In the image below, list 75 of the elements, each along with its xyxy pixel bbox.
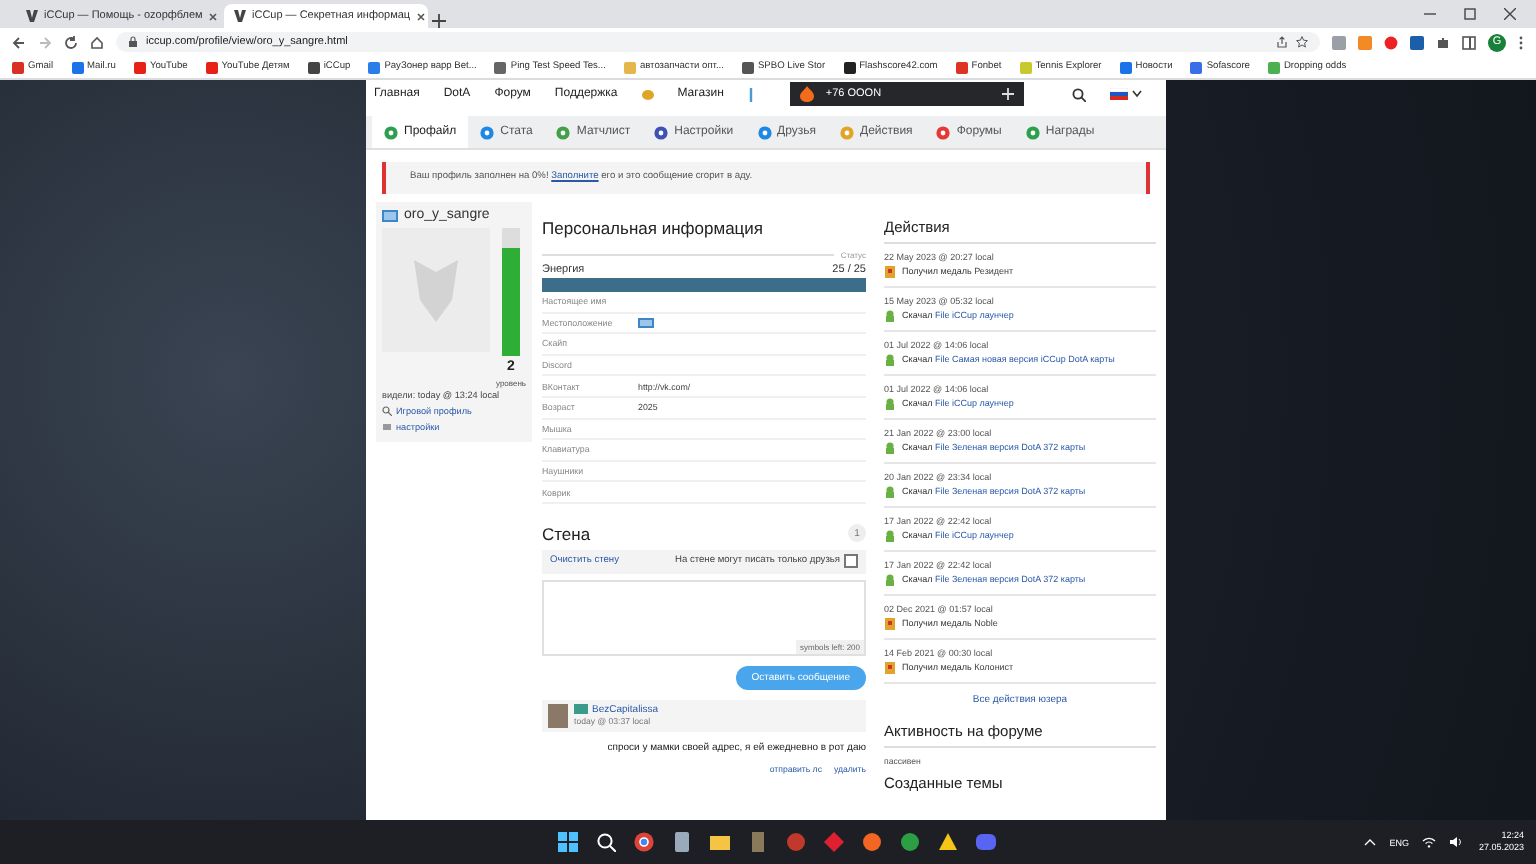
tab-icon bbox=[757, 125, 772, 139]
tab-icon bbox=[654, 125, 669, 139]
torrent-icon[interactable] bbox=[900, 832, 921, 852]
section-title: Стена bbox=[542, 523, 591, 544]
medal-icon bbox=[884, 618, 896, 630]
favicon-icon bbox=[205, 61, 218, 73]
fire-icon bbox=[799, 86, 814, 102]
favicon-icon bbox=[494, 61, 507, 73]
share-icon[interactable] bbox=[1276, 36, 1288, 48]
favicon-icon bbox=[623, 61, 636, 73]
flag-icon bbox=[638, 317, 654, 328]
favicon-icon bbox=[307, 61, 320, 73]
favicon-icon bbox=[12, 61, 24, 73]
star-icon[interactable] bbox=[1296, 36, 1308, 48]
new-tab-icon[interactable] bbox=[432, 14, 446, 28]
favicon-icon bbox=[1019, 61, 1032, 73]
menu-icon[interactable] bbox=[1518, 35, 1524, 49]
download-icon bbox=[884, 354, 896, 366]
flag-icon bbox=[382, 209, 398, 221]
flag-icon bbox=[1110, 88, 1128, 100]
home-icon[interactable] bbox=[90, 35, 104, 49]
download-icon bbox=[884, 574, 896, 586]
plus-icon[interactable] bbox=[1002, 88, 1014, 100]
download-icon bbox=[884, 442, 896, 454]
close-icon[interactable] bbox=[416, 11, 427, 21]
favicon-icon bbox=[368, 61, 381, 73]
tab-icon bbox=[480, 125, 495, 139]
favicon-icon bbox=[955, 61, 968, 73]
app-icon[interactable] bbox=[862, 832, 883, 852]
favicon-icon bbox=[133, 61, 146, 73]
site-logo-icon bbox=[26, 10, 38, 22]
close-icon[interactable] bbox=[208, 11, 219, 21]
site-logo-icon bbox=[234, 10, 246, 22]
tab-icon bbox=[384, 125, 398, 139]
tab-icon bbox=[1025, 125, 1040, 139]
favicon-icon bbox=[71, 61, 84, 73]
download-icon bbox=[884, 486, 896, 498]
lock-icon bbox=[128, 36, 138, 48]
puzzle-icon[interactable] bbox=[1436, 35, 1450, 49]
reload-icon[interactable] bbox=[64, 35, 78, 49]
section-title: Персональная информация bbox=[542, 218, 766, 238]
download-icon bbox=[884, 310, 896, 322]
minimize-icon[interactable] bbox=[1424, 8, 1436, 20]
folder-icon[interactable] bbox=[710, 832, 731, 852]
download-icon bbox=[884, 398, 896, 410]
settings-icon bbox=[382, 422, 392, 432]
tab-icon bbox=[556, 125, 571, 139]
favicon-icon bbox=[1119, 61, 1132, 73]
browser-icon[interactable] bbox=[634, 832, 655, 852]
windows-logo-icon[interactable] bbox=[558, 832, 579, 852]
favicon-icon bbox=[741, 61, 754, 73]
medal-icon bbox=[884, 266, 896, 278]
coins-icon bbox=[641, 88, 654, 100]
favicon-icon bbox=[843, 61, 856, 73]
tab-icon bbox=[936, 125, 951, 139]
back-icon[interactable] bbox=[12, 35, 26, 49]
search-icon[interactable] bbox=[1072, 87, 1086, 101]
maximize-icon[interactable] bbox=[1464, 8, 1476, 20]
sidebar-icon[interactable] bbox=[1462, 35, 1476, 49]
favicon-icon bbox=[1190, 61, 1203, 73]
wifi-icon[interactable] bbox=[1422, 836, 1437, 848]
tab-icon bbox=[840, 125, 855, 139]
chat-icon[interactable] bbox=[976, 832, 997, 852]
caret-up-icon[interactable] bbox=[1363, 838, 1376, 846]
flag-icon bbox=[574, 704, 588, 715]
avatar-silhouette-icon bbox=[409, 256, 462, 324]
app-icon[interactable] bbox=[938, 832, 959, 852]
speaker-icon[interactable] bbox=[1450, 836, 1465, 848]
medal-icon bbox=[884, 662, 896, 674]
close-icon[interactable] bbox=[1504, 8, 1516, 20]
search-icon bbox=[382, 406, 392, 416]
caret-icon[interactable] bbox=[1132, 90, 1142, 98]
avatar-placeholder bbox=[548, 703, 568, 728]
favicon-icon bbox=[1267, 61, 1280, 73]
download-icon bbox=[884, 530, 896, 542]
